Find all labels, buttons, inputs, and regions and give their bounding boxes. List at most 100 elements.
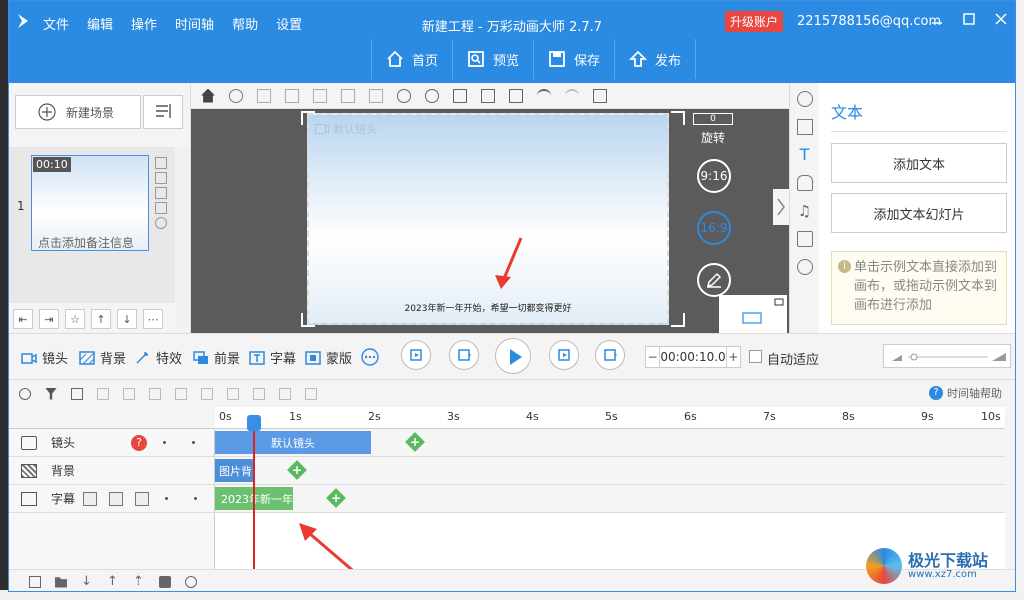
duration-input[interactable]: 00:00:10.0 <box>659 347 727 367</box>
home-button[interactable]: 首页 <box>371 39 452 79</box>
same-width-icon[interactable] <box>227 387 239 400</box>
new-scene-button[interactable]: 新建场景 <box>15 95 141 129</box>
align-end-icon[interactable] <box>123 387 135 400</box>
menu-settings[interactable]: 设置 <box>276 14 302 33</box>
redo-icon[interactable] <box>565 88 579 103</box>
add-subtitle-button[interactable]: + <box>326 488 346 508</box>
upload-icon[interactable]: ⇡ <box>133 575 145 588</box>
ratio-16-9-button[interactable]: 16:9 <box>697 211 731 245</box>
distribute-icon[interactable] <box>149 387 161 400</box>
track-background[interactable]: 背景 <box>9 457 215 485</box>
filter-icon[interactable] <box>45 387 57 400</box>
move-down-icon[interactable]: ↓ <box>117 309 137 329</box>
align-left-icon[interactable] <box>341 88 355 103</box>
increase-time-button[interactable]: + <box>727 350 740 364</box>
same-end-icon[interactable] <box>279 387 291 400</box>
collapse-panel-button[interactable] <box>773 189 789 225</box>
align-start-icon[interactable] <box>97 387 109 400</box>
menu-timeline[interactable]: 时间轴 <box>175 14 214 33</box>
shape-icon[interactable] <box>796 91 813 107</box>
minimize-icon[interactable] <box>929 11 945 27</box>
move-up-icon[interactable]: ↑ <box>91 309 111 329</box>
delete-icon[interactable] <box>155 172 167 184</box>
report-icon[interactable] <box>305 387 317 400</box>
text-type-icon[interactable]: T <box>797 147 813 163</box>
add-text-button[interactable]: 添加文本 <box>831 143 1007 183</box>
preview-button[interactable]: 预览 <box>452 39 533 79</box>
time-ruler[interactable]: 0s 1s 2s 3s 4s 5s 6s 7s 8s 9s 10s <box>215 407 1005 429</box>
record-icon[interactable] <box>593 88 607 103</box>
copy-element-icon[interactable] <box>481 88 495 103</box>
canvas-caption[interactable]: 2023年新一年开始，希望一切都变得更好 <box>309 301 667 314</box>
folder-icon[interactable] <box>55 577 67 588</box>
spacing-icon[interactable] <box>201 387 213 400</box>
character-icon[interactable] <box>796 175 813 191</box>
edit-pen-button[interactable] <box>697 263 731 297</box>
rotate-input[interactable]: 0 <box>693 113 733 125</box>
playhead-handle[interactable] <box>247 415 261 431</box>
undo-icon[interactable] <box>537 88 551 103</box>
foreground-tool-button[interactable]: 前景 <box>193 348 240 367</box>
zoom-in-icon[interactable] <box>397 88 411 103</box>
align-center-icon[interactable] <box>369 88 383 103</box>
copy-track-icon[interactable] <box>135 491 149 506</box>
scene-note[interactable]: 点击添加备注信息 <box>32 234 148 251</box>
delete-track-icon[interactable] <box>109 491 123 506</box>
track-subtitle[interactable]: 字幕 <box>9 485 215 513</box>
add-camera-keyframe-button[interactable]: + <box>405 432 425 452</box>
paste-icon[interactable] <box>155 202 167 214</box>
play-button[interactable] <box>495 338 531 374</box>
canvas-stage[interactable]: 默认镜头 2023年新一年开始，希望一切都变得更好 <box>307 113 669 325</box>
add-text-slide-button[interactable]: 添加文本幻灯片 <box>831 193 1007 233</box>
align-middle-icon[interactable] <box>285 88 299 103</box>
copy-icon[interactable] <box>155 157 167 169</box>
comment-icon[interactable] <box>796 231 813 247</box>
scene-scrollbar[interactable] <box>177 147 189 327</box>
more-icon[interactable]: ⋯ <box>143 309 163 329</box>
target-icon[interactable] <box>19 387 31 400</box>
edit-track-icon[interactable] <box>83 491 97 506</box>
camera-clip[interactable]: 默认镜头 <box>215 431 371 454</box>
upgrade-account-button[interactable]: 升级账户 <box>725 11 784 32</box>
favorite-icon[interactable]: ☆ <box>65 309 85 329</box>
star-icon[interactable] <box>155 217 167 229</box>
save-button[interactable]: 保存 <box>533 39 614 79</box>
scene-menu-button[interactable] <box>143 95 183 129</box>
publish-button[interactable]: 发布 <box>614 39 697 79</box>
menu-edit[interactable]: 编辑 <box>87 14 113 33</box>
home-view-icon[interactable] <box>201 88 215 103</box>
paste-element-icon[interactable] <box>509 88 523 103</box>
lock-icon[interactable] <box>453 88 467 103</box>
camera-tool-button[interactable]: 镜头 <box>21 348 68 367</box>
background-clip[interactable]: 图片背 <box>215 459 253 482</box>
timeline-help-button[interactable]: ? 时间轴帮助 <box>929 385 1002 401</box>
image-icon[interactable] <box>796 119 813 135</box>
export-scene-icon[interactable]: ⇥ <box>39 309 59 329</box>
mask-tool-button[interactable]: 蒙版 <box>305 348 352 367</box>
decrease-time-button[interactable]: − <box>646 350 659 364</box>
go-start-button[interactable] <box>401 340 431 370</box>
scene-thumbnail[interactable]: 00:10 点击添加备注信息 <box>31 155 149 251</box>
arrow-down-icon[interactable]: ↓ <box>81 575 93 588</box>
menu-file[interactable]: 文件 <box>43 14 69 33</box>
step-back-button[interactable] <box>449 340 479 370</box>
add-background-button[interactable]: + <box>287 460 307 480</box>
eye-icon[interactable] <box>185 575 197 588</box>
auto-fit-checkbox[interactable] <box>749 350 762 363</box>
menu-operate[interactable]: 操作 <box>131 14 157 33</box>
close-icon[interactable] <box>993 11 1009 27</box>
lock-layer-icon[interactable] <box>159 575 171 588</box>
effects-tool-button[interactable]: 特效 <box>135 348 182 367</box>
more-elements-icon[interactable] <box>796 259 813 275</box>
zoom-slider[interactable] <box>883 344 1011 368</box>
go-end-button[interactable] <box>595 340 625 370</box>
minimap[interactable] <box>719 295 787 333</box>
menu-help[interactable]: 帮助 <box>232 14 258 33</box>
music-icon[interactable]: ♫ <box>797 203 813 219</box>
align-bottom-icon[interactable] <box>313 88 327 103</box>
align-top-icon[interactable] <box>257 88 271 103</box>
background-tool-button[interactable]: 背景 <box>79 348 126 367</box>
question-badge-icon[interactable]: ? <box>131 434 147 451</box>
ratio-9-16-button[interactable]: 9:16 <box>697 159 731 193</box>
clear-filter-icon[interactable] <box>71 387 83 400</box>
